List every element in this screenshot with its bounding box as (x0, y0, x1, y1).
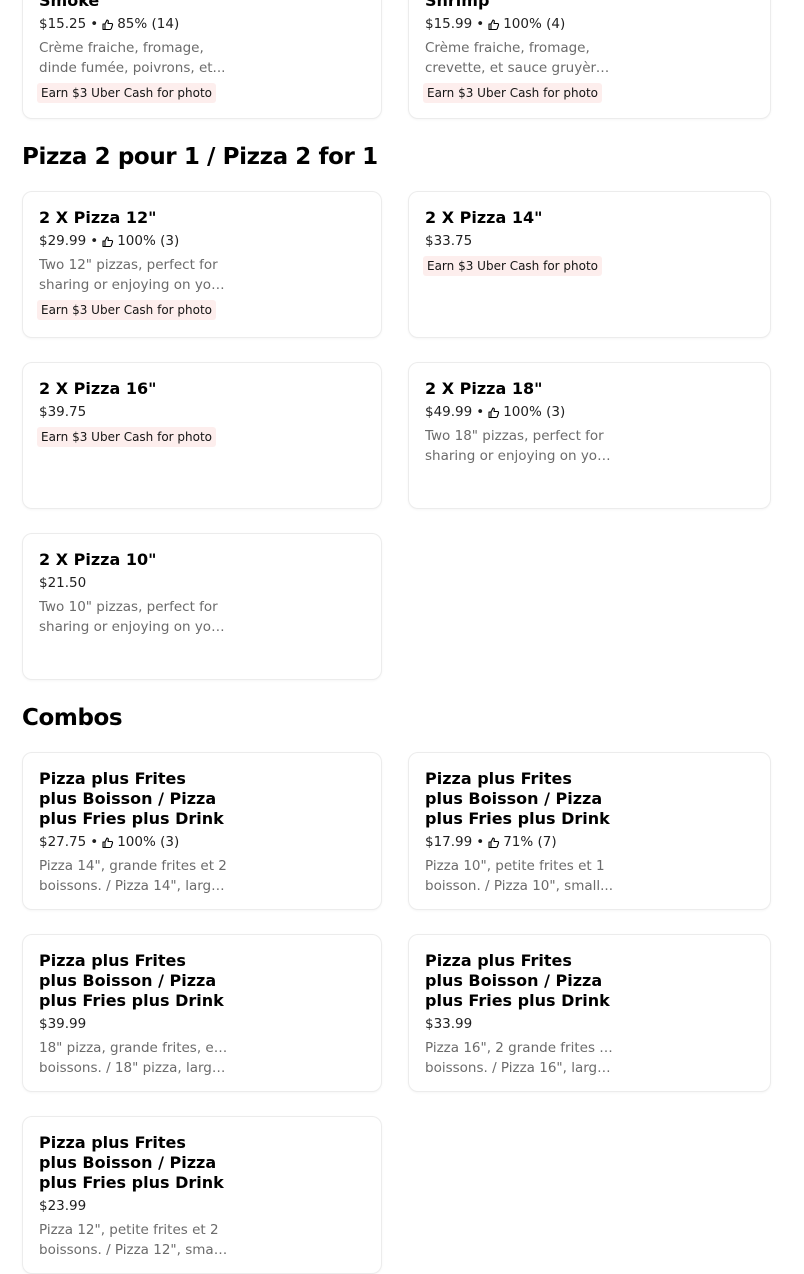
menu-item-card[interactable]: 2 X Pizza 12" $29.99 • 100% (3) Two 12" … (22, 191, 382, 338)
item-meta: $33.99 (425, 1016, 770, 1033)
item-rating: 71% (7) (503, 834, 557, 850)
item-rating: 100% (3) (117, 834, 180, 850)
item-meta: $29.99 • 100% (3) (39, 233, 381, 250)
item-description: Pizza 14", grande frites et 2 boissons. … (39, 858, 229, 894)
menu-item-card[interactable]: Smoke $15.25 • 85% (14) Crème fraiche, f… (22, 0, 382, 119)
separator: • (90, 834, 99, 850)
menu-item-card[interactable]: 2 X Pizza 10" $21.50 Two 10" pizzas, per… (22, 533, 382, 680)
separator: • (90, 233, 99, 249)
item-name: Pizza plus Frites plus Boisson / Pizza p… (39, 769, 224, 828)
thumbs-up-icon (102, 235, 114, 247)
item-description: Pizza 16", 2 grande frites et 3 boissons… (425, 1040, 615, 1076)
item-meta: $17.99 • 71% (7) (425, 834, 770, 851)
section-title-combos: Combos (22, 705, 123, 731)
item-description: Pizza 12", petite frites et 2 boissons. … (39, 1222, 229, 1258)
item-meta: $23.99 (39, 1198, 381, 1215)
item-price: $23.99 (39, 1198, 87, 1214)
item-description: Two 18" pizzas, perfect for sharing or e… (425, 428, 615, 464)
uber-cash-badge: Earn $3 Uber Cash for photo (37, 83, 217, 103)
separator: • (476, 834, 485, 850)
menu-item-card[interactable]: 2 X Pizza 14" $33.75 Earn $3 Uber Cash f… (408, 191, 771, 338)
item-price: $15.99 (425, 16, 473, 32)
thumbs-up-icon (488, 406, 500, 418)
item-description: 18" pizza, grande frites, et 3 boissons.… (39, 1040, 229, 1076)
item-name: 2 X Pizza 12" (39, 208, 157, 227)
menu-item-card[interactable]: Pizza plus Frites plus Boisson / Pizza p… (408, 934, 771, 1092)
menu-item-card[interactable]: 2 X Pizza 16" $39.75 Earn $3 Uber Cash f… (22, 362, 382, 509)
item-meta: $33.75 (425, 233, 770, 250)
item-price: $17.99 (425, 834, 473, 850)
item-meta: $15.25 • 85% (14) (39, 16, 381, 33)
menu-item-card[interactable]: Pizza plus Frites plus Boisson / Pizza p… (22, 934, 382, 1092)
item-price: $15.25 (39, 16, 87, 32)
item-rating: 100% (3) (117, 233, 180, 249)
item-name: Pizza plus Frites plus Boisson / Pizza p… (425, 769, 610, 828)
item-description: Two 10" pizzas, perfect for sharing or e… (39, 599, 229, 635)
item-rating: 100% (4) (503, 16, 566, 32)
thumbs-up-icon (102, 18, 114, 30)
uber-cash-badge: Earn $3 Uber Cash for photo (423, 256, 603, 276)
item-description: Two 12" pizzas, perfect for sharing or e… (39, 257, 229, 293)
menu-item-card[interactable]: Pizza plus Frites plus Boisson / Pizza p… (22, 752, 382, 910)
item-name: 2 X Pizza 18" (425, 379, 543, 398)
uber-cash-badge: Earn $3 Uber Cash for photo (37, 300, 217, 320)
item-name: Smoke (39, 0, 100, 10)
item-name: 2 X Pizza 16" (39, 379, 157, 398)
uber-cash-badge: Earn $3 Uber Cash for photo (423, 83, 603, 103)
item-name: Pizza plus Frites plus Boisson / Pizza p… (39, 951, 224, 1010)
menu-item-card[interactable]: 2 X Pizza 18" $49.99 • 100% (3) Two 18" … (408, 362, 771, 509)
item-price: $33.75 (425, 233, 473, 249)
item-meta: $21.50 (39, 575, 381, 592)
separator: • (476, 16, 485, 32)
menu-item-card[interactable]: Pizza plus Frites plus Boisson / Pizza p… (408, 752, 771, 910)
thumbs-up-icon (488, 18, 500, 30)
item-price: $33.99 (425, 1016, 473, 1032)
item-rating: 85% (14) (117, 16, 180, 32)
item-meta: $39.75 (39, 404, 381, 421)
item-price: $39.75 (39, 404, 87, 420)
item-price: $39.99 (39, 1016, 87, 1032)
item-description: Crème fraiche, fromage, crevette, et sau… (425, 40, 615, 76)
item-meta: $39.99 (39, 1016, 381, 1033)
item-name: 2 X Pizza 10" (39, 550, 157, 569)
item-name: 2 X Pizza 14" (425, 208, 543, 227)
item-description: Pizza 10", petite frites et 1 boisson. /… (425, 858, 614, 894)
menu-item-card[interactable]: Shrimp $15.99 • 100% (4) Crème fraiche, … (408, 0, 771, 119)
thumbs-up-icon (488, 836, 500, 848)
item-description: Crème fraiche, fromage, dinde fumée, poi… (39, 40, 226, 76)
item-name: Pizza plus Frites plus Boisson / Pizza p… (425, 951, 610, 1010)
item-name: Shrimp (425, 0, 490, 10)
thumbs-up-icon (102, 836, 114, 848)
item-meta: $27.75 • 100% (3) (39, 834, 381, 851)
menu-item-card[interactable]: Pizza plus Frites plus Boisson / Pizza p… (22, 1116, 382, 1274)
item-price: $21.50 (39, 575, 87, 591)
separator: • (90, 16, 99, 32)
item-rating: 100% (3) (503, 404, 566, 420)
item-name: Pizza plus Frites plus Boisson / Pizza p… (39, 1133, 224, 1192)
item-price: $49.99 (425, 404, 473, 420)
item-price: $27.75 (39, 834, 87, 850)
item-meta: $15.99 • 100% (4) (425, 16, 770, 33)
item-price: $29.99 (39, 233, 87, 249)
section-title-pizza-2-for-1: Pizza 2 pour 1 / Pizza 2 for 1 (22, 144, 378, 170)
separator: • (476, 404, 485, 420)
item-meta: $49.99 • 100% (3) (425, 404, 770, 421)
uber-cash-badge: Earn $3 Uber Cash for photo (37, 427, 217, 447)
